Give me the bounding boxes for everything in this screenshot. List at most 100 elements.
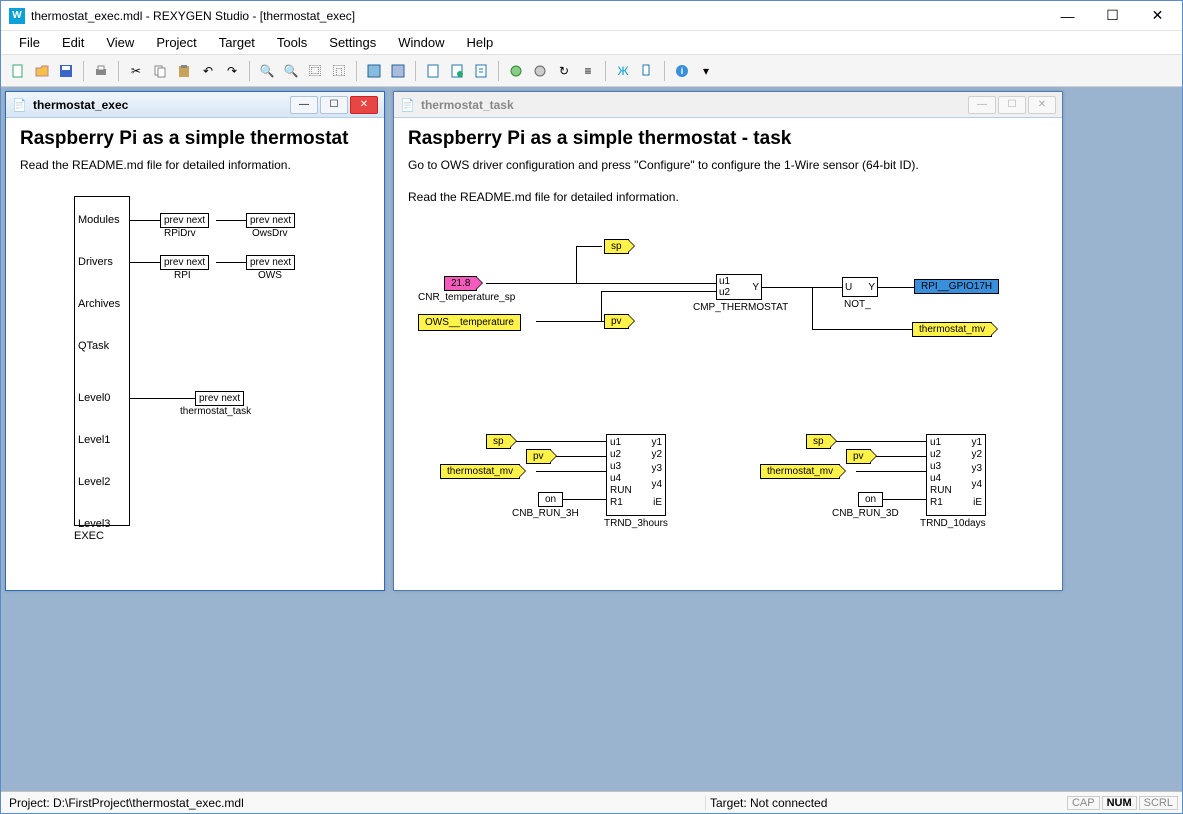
- trnd2-u2: u2: [930, 449, 941, 460]
- toolbar-new-button[interactable]: [7, 60, 29, 82]
- gpio-tag[interactable]: RPI__GPIO17H: [914, 279, 999, 294]
- child-titlebar-exec[interactable]: 📄 thermostat_exec — ☐ ✕: [6, 92, 384, 118]
- child-minimize-button[interactable]: —: [968, 96, 996, 114]
- toolbar-help-drop-button[interactable]: ▾: [695, 60, 717, 82]
- menu-tools[interactable]: Tools: [267, 33, 317, 52]
- toolbar-print-button[interactable]: [90, 60, 112, 82]
- toolbar-paste-button[interactable]: [173, 60, 195, 82]
- trnd2-y1: y1: [971, 437, 982, 448]
- trnd2-sp[interactable]: sp: [806, 434, 831, 449]
- toolbar-open-button[interactable]: [31, 60, 53, 82]
- toolbar-separator: [605, 61, 606, 81]
- exec-block-label: EXEC: [74, 530, 104, 542]
- menu-edit[interactable]: Edit: [52, 33, 94, 52]
- toolbar-proc1-button[interactable]: [505, 60, 527, 82]
- trnd2-block[interactable]: u1 u2 u3 u4 RUN R1 y1 y2 y3 y4 iE: [926, 434, 986, 516]
- child-close-button[interactable]: ✕: [1028, 96, 1056, 114]
- menu-view[interactable]: View: [96, 33, 144, 52]
- window-minimize-button[interactable]: —: [1045, 2, 1090, 30]
- not-block[interactable]: U Y: [842, 277, 878, 297]
- toolbar-net2-button[interactable]: [636, 60, 658, 82]
- toolbar-help-button[interactable]: i: [671, 60, 693, 82]
- wire: [834, 441, 926, 442]
- pv-tag[interactable]: pv: [604, 314, 629, 329]
- menu-window[interactable]: Window: [388, 33, 454, 52]
- diagram-exec[interactable]: Raspberry Pi as a simple thermostat Read…: [6, 118, 384, 590]
- ows-temp-tag[interactable]: OWS__temperature: [418, 314, 521, 331]
- toolbar-zoomfit-button[interactable]: ⿴: [304, 60, 326, 82]
- toolbar-cut-button[interactable]: ✂: [125, 60, 147, 82]
- toolbar-net1-button[interactable]: Ж: [612, 60, 634, 82]
- toolbar-sheet2-button[interactable]: [446, 60, 468, 82]
- child-titlebar-task[interactable]: 📄 thermostat_task — ☐ ✕: [394, 92, 1062, 118]
- trnd1-u2: u2: [610, 449, 621, 460]
- wire: [874, 456, 926, 457]
- child-close-button[interactable]: ✕: [350, 96, 378, 114]
- diagram-task[interactable]: Raspberry Pi as a simple thermostat - ta…: [394, 118, 1062, 590]
- sp-tag[interactable]: sp: [604, 239, 629, 254]
- cnr-value[interactable]: 21.8: [444, 276, 477, 291]
- toolbar-sheet3-button[interactable]: [470, 60, 492, 82]
- toolbar-lib2-button[interactable]: [387, 60, 409, 82]
- toolbar-zoomout-button[interactable]: 🔍: [280, 60, 302, 82]
- toolbar: ✂ ↶ ↷ 🔍 🔍 ⿴ ⿵ ↻ ≡ Ж i ▾: [1, 55, 1182, 87]
- child-minimize-button[interactable]: —: [290, 96, 318, 114]
- block-ows[interactable]: prev next: [246, 255, 295, 270]
- toolbar-zoomsel-button[interactable]: ⿵: [328, 60, 350, 82]
- wire: [812, 329, 912, 330]
- wire: [130, 262, 160, 263]
- trnd2-pv[interactable]: pv: [846, 449, 871, 464]
- trnd2-run: RUN: [930, 485, 952, 496]
- trnd2-tmv[interactable]: thermostat_mv: [760, 464, 840, 479]
- trnd1-on[interactable]: on: [538, 492, 563, 507]
- trnd1-tmv[interactable]: thermostat_mv: [440, 464, 520, 479]
- mdi-area: 📄 thermostat_exec — ☐ ✕ Raspberry Pi as …: [1, 87, 1182, 791]
- block-owsdrv[interactable]: prev next: [246, 213, 295, 228]
- menu-settings[interactable]: Settings: [319, 33, 386, 52]
- block-thermtask[interactable]: prev next: [195, 391, 244, 406]
- block-rpi[interactable]: prev next: [160, 255, 209, 270]
- trnd1-ie: iE: [653, 497, 662, 508]
- thermostat-mv-tag[interactable]: thermostat_mv: [912, 322, 992, 337]
- toolbar-proc3-button[interactable]: ↻: [553, 60, 575, 82]
- toolbar-list-button[interactable]: ≡: [577, 60, 599, 82]
- trnd1-block[interactable]: u1 u2 u3 u4 RUN R1 y1 y2 y3 y4 iE: [606, 434, 666, 516]
- toolbar-proc2-button[interactable]: [529, 60, 551, 82]
- menu-target[interactable]: Target: [209, 33, 265, 52]
- trnd2-ie: iE: [973, 497, 982, 508]
- exec-heading: Raspberry Pi as a simple thermostat: [20, 128, 370, 150]
- cnr-label: CNR_temperature_sp: [418, 292, 515, 303]
- wire: [601, 291, 716, 292]
- toolbar-separator: [83, 61, 84, 81]
- window-maximize-button[interactable]: ☐: [1090, 2, 1135, 30]
- trnd1-sp[interactable]: sp: [486, 434, 511, 449]
- toolbar-zoomin-button[interactable]: 🔍: [256, 60, 278, 82]
- toolbar-sheet1-button[interactable]: [422, 60, 444, 82]
- child-maximize-button[interactable]: ☐: [320, 96, 348, 114]
- menu-bar: File Edit View Project Target Tools Sett…: [1, 31, 1182, 55]
- menu-file[interactable]: File: [9, 33, 50, 52]
- trnd1-u1: u1: [610, 437, 621, 448]
- toolbar-lib1-button[interactable]: [363, 60, 385, 82]
- block-rpidrv[interactable]: prev next: [160, 213, 209, 228]
- wire: [601, 291, 602, 321]
- trnd2-on[interactable]: on: [858, 492, 883, 507]
- toolbar-undo-button[interactable]: ↶: [197, 60, 219, 82]
- trnd1-y2: y2: [651, 449, 662, 460]
- child-maximize-button[interactable]: ☐: [998, 96, 1026, 114]
- window-close-button[interactable]: ✕: [1135, 2, 1180, 30]
- toolbar-copy-button[interactable]: [149, 60, 171, 82]
- cmp-block[interactable]: u1 u2 Y: [716, 274, 762, 300]
- trnd1-y3: y3: [651, 463, 662, 474]
- toolbar-save-button[interactable]: [55, 60, 77, 82]
- toolbar-redo-button[interactable]: ↷: [221, 60, 243, 82]
- status-num: NUM: [1102, 796, 1137, 810]
- trnd1-pv[interactable]: pv: [526, 449, 551, 464]
- wire: [130, 220, 160, 221]
- trnd2-u3: u3: [930, 461, 941, 472]
- menu-help[interactable]: Help: [457, 33, 504, 52]
- block-rpidrv-label: RPiDrv: [164, 228, 196, 239]
- toolbar-separator: [249, 61, 250, 81]
- wire: [576, 246, 577, 283]
- menu-project[interactable]: Project: [146, 33, 206, 52]
